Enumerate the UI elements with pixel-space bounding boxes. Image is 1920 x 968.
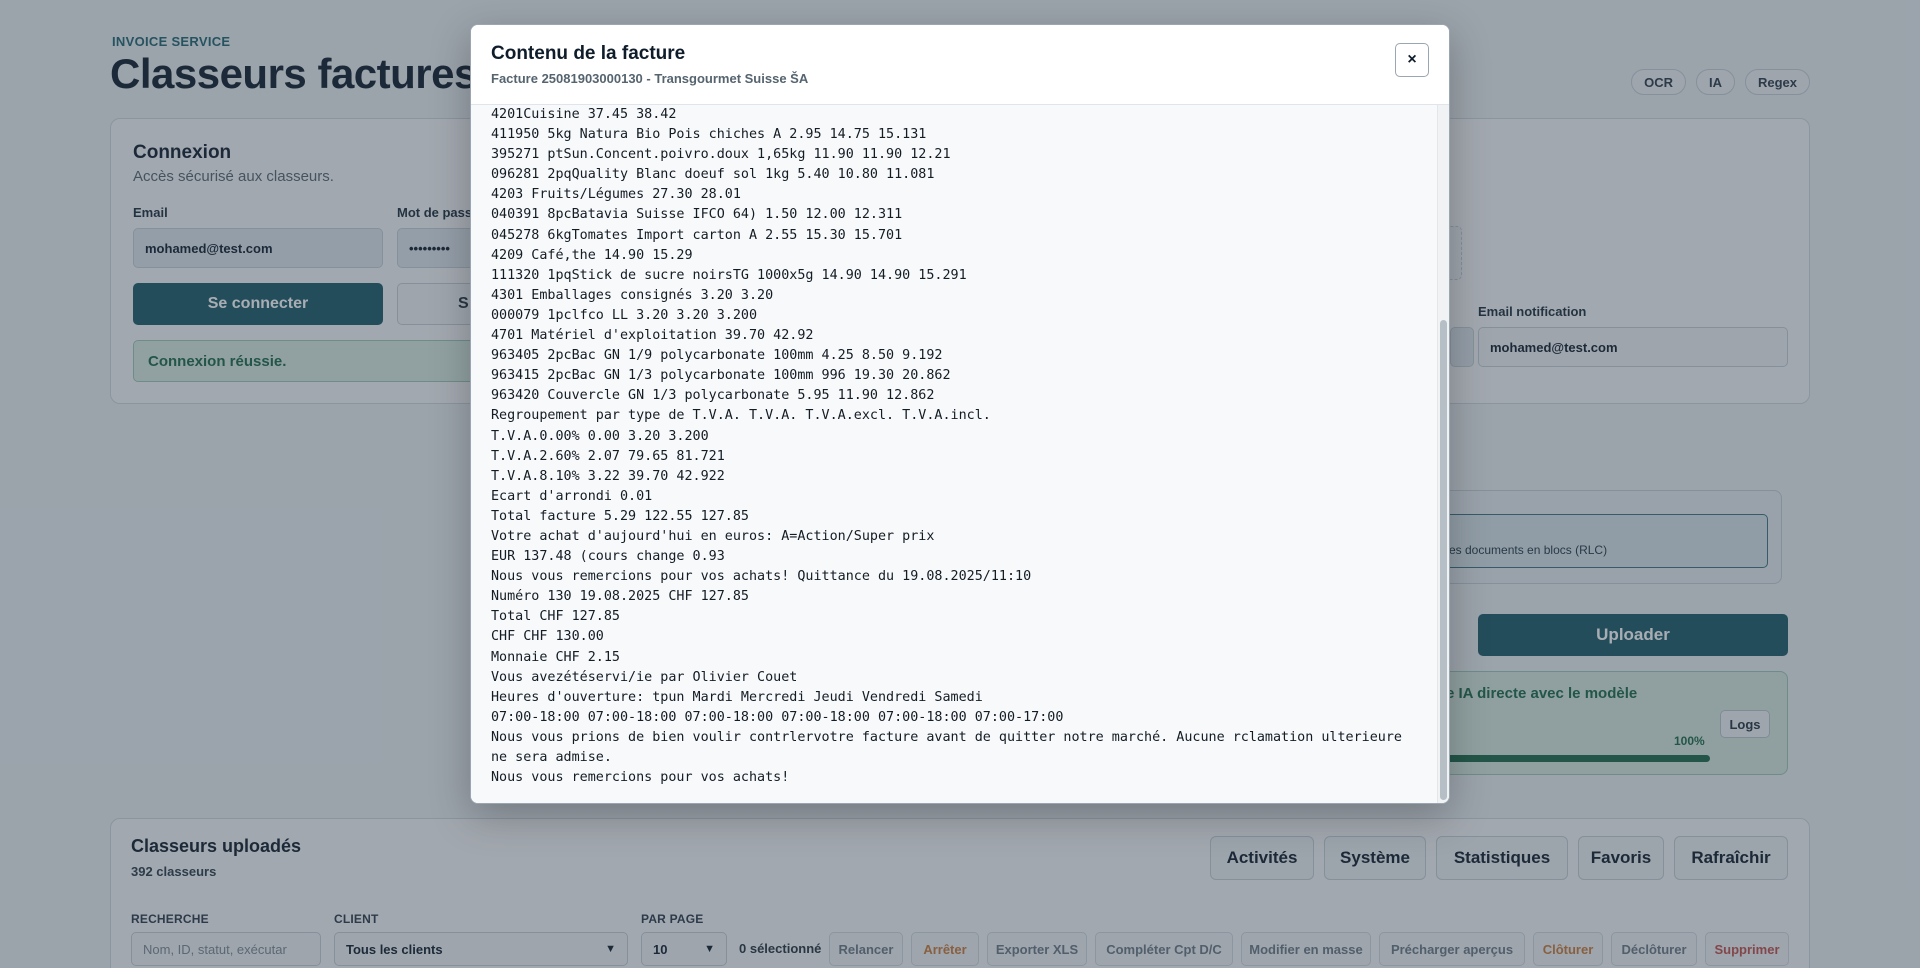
scrollbar[interactable] [1437, 105, 1449, 803]
invoice-line: 395271 ptSun.Concent.poivro.doux 1,65kg … [491, 147, 951, 163]
invoice-line: 4201Cuisine 37.45 38.42 [491, 107, 677, 122]
invoice-line: 4203 Fruits/Légumes 27.30 28.01 [491, 187, 741, 203]
invoice-line: CHF CHF 130.00 [491, 629, 604, 645]
invoice-line: EUR 137.48 (cours change 0.93 [491, 549, 725, 565]
invoice-line: T.V.A.8.10% 3.22 39.70 42.922 [491, 468, 725, 484]
invoice-line: 4701 Matériel d'exploitation 39.70 42.92 [491, 328, 814, 344]
invoice-line: Nous vous remercions pour vos achats! Qu… [491, 569, 1032, 585]
invoice-line: Monnaie CHF 2.15 [491, 649, 620, 665]
invoice-content-modal: Contenu de la facture Facture 2508190300… [470, 24, 1450, 804]
modal-subtitle: Facture 25081903000130 - Transgourmet Su… [491, 71, 809, 86]
invoice-line: T.V.A.0.00% 0.00 3.20 3.200 [491, 428, 709, 444]
invoice-line: Nous vous remercions pour vos achats! [491, 770, 790, 786]
invoice-line: 07:00-18:00 07:00-18:00 07:00-18:00 07:0… [491, 709, 1064, 725]
invoice-line: Total facture 5.29 122.55 127.85 [491, 508, 749, 524]
invoice-line: 963415 2pcBac GN 1/3 polycarbonate 100mm… [491, 368, 951, 384]
invoice-line: 963420 Couvercle GN 1/3 polycarbonate 5.… [491, 388, 935, 404]
invoice-line: T.V.A.2.60% 2.07 79.65 81.721 [491, 448, 725, 464]
invoice-line: Numéro 130 19.08.2025 CHF 127.85 [491, 589, 749, 605]
invoice-line: Regroupement par type de T.V.A. T.V.A. T… [491, 408, 991, 424]
close-button[interactable]: × [1395, 43, 1429, 77]
modal-header: Contenu de la facture Facture 2508190300… [471, 25, 1449, 105]
invoice-line: 4301 Emballages consignés 3.20 3.20 [491, 287, 774, 303]
invoice-line: 411950 5kg Natura Bio Pois chiches A 2.9… [491, 127, 927, 143]
invoice-line: 045278 6kgTomates Import carton A 2.55 1… [491, 227, 903, 243]
invoice-line: Votre achat d'aujourd'hui en euros: A=Ac… [491, 528, 935, 544]
scrollbar-thumb[interactable] [1440, 320, 1447, 800]
invoice-line: 111320 1pqStick de sucre noirsTG 1000x5g… [491, 267, 967, 283]
invoice-line: Total CHF 127.85 [491, 609, 620, 625]
invoice-line: 963405 2pcBac GN 1/9 polycarbonate 100mm… [491, 348, 943, 364]
invoice-line: 000079 1pclfco LL 3.20 3.20 3.200 [491, 307, 758, 323]
invoice-line: Vous avezétéservi/ie par Olivier Couet [491, 669, 798, 685]
invoice-line: 040391 8pcBatavia Suisse IFCO 64) 1.50 1… [491, 207, 903, 223]
invoice-line: Heures d'ouverture: tpun Mardi Mercredi … [491, 689, 983, 705]
invoice-line: 096281 2pqQuality Blanc doeuf sol 1kg 5.… [491, 167, 935, 183]
invoice-line: Ecart d'arrondi 0.01 [491, 488, 653, 504]
invoice-line: 4209 Café,the 14.90 15.29 [491, 247, 693, 263]
close-icon: × [1407, 51, 1417, 68]
modal-title: Contenu de la facture [491, 43, 686, 64]
invoice-text-area[interactable]: 4201Cuisine 37.45 38.42 411950 5kg Natura… [471, 105, 1439, 803]
invoice-text: 4201Cuisine 37.45 38.42 411950 5kg Natura… [491, 105, 1421, 788]
invoice-line: Nous vous prions de bien voulir contrler… [491, 729, 1411, 765]
